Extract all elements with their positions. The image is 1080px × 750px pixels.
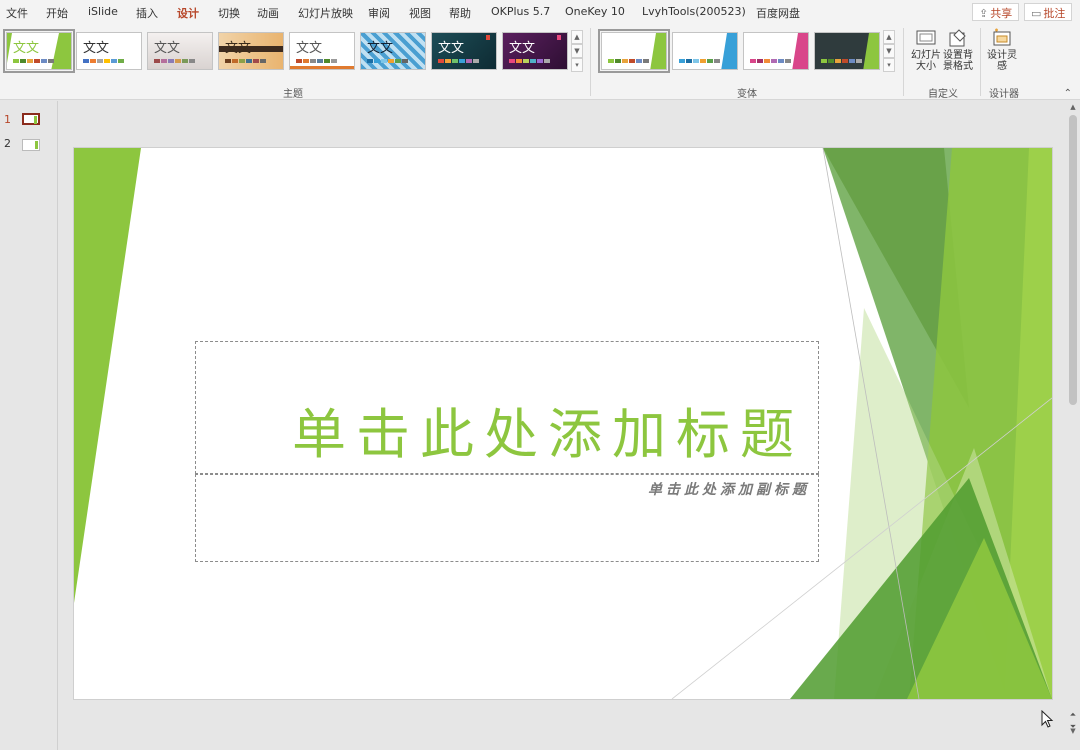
theme-thumb-gallery[interactable]: 文文 <box>147 32 213 70</box>
variant-shape-icon <box>721 33 737 69</box>
menu-home[interactable]: 开始 <box>46 5 68 21</box>
menu-file[interactable]: 文件 <box>6 5 28 21</box>
menu-slideshow[interactable]: 幻灯片放映 <box>298 5 353 21</box>
theme-thumb-pattern[interactable]: 文文 <box>360 32 426 70</box>
variant-thumb-2[interactable] <box>672 32 738 70</box>
menu-bar: 文件 开始 iSlide 插入 设计 切换 动画 幻灯片放映 审阅 视图 帮助 … <box>0 0 1080 26</box>
mouse-cursor-icon <box>1041 710 1054 728</box>
vertical-scrollbar[interactable]: ▲ ▼ <box>1066 101 1080 737</box>
menu-lvyhtools[interactable]: LvyhTools(200523) <box>642 5 746 18</box>
menu-view[interactable]: 视图 <box>409 5 431 21</box>
gallery-down-icon[interactable]: ▼ <box>883 44 895 58</box>
collapse-ribbon-icon[interactable]: ⌃ <box>1064 88 1072 99</box>
gallery-up-icon[interactable]: ▲ <box>571 30 583 44</box>
share-button[interactable]: ⇪ 共享 <box>972 3 1020 21</box>
subtitle-placeholder-text: 单击此处添加副标题 <box>648 482 810 498</box>
theme-thumb-text: 文文 <box>367 41 394 56</box>
left-green-wedge <box>74 148 141 603</box>
menu-help[interactable]: 帮助 <box>449 5 471 21</box>
variant-thumb-3[interactable] <box>743 32 809 70</box>
variant-shape-icon <box>792 33 808 69</box>
slide-size-label: 幻灯片大小 <box>911 50 941 72</box>
theme-thumb-text: 文文 <box>154 41 181 56</box>
menu-review[interactable]: 审阅 <box>368 5 390 21</box>
menu-onekey[interactable]: OneKey 10 <box>565 5 625 18</box>
format-background-label: 设置背景格式 <box>943 50 973 72</box>
ribbon: 文文 文文 文文 文文 文文 文文 文文 文文 ▲ ▼ ▾ 主题 ▲ ▼ ▾ 变… <box>0 24 1080 100</box>
slide-number: 1 <box>4 113 11 126</box>
designer-group-label: 设计器 <box>989 89 1019 100</box>
comments-button[interactable]: ▭ 批注 <box>1024 3 1073 21</box>
variants-group-label: 变体 <box>737 89 757 100</box>
themes-group-label: 主题 <box>283 89 303 100</box>
subtitle-placeholder[interactable]: 单击此处添加副标题 <box>195 474 819 562</box>
variants-gallery-scroll[interactable]: ▲ ▼ ▾ <box>883 30 895 74</box>
slide-size-button[interactable]: 幻灯片大小 <box>908 28 944 72</box>
theme-thumb-office[interactable]: 文文 <box>76 32 142 70</box>
variant-shape-icon <box>863 33 879 69</box>
slide-size-icon <box>916 30 936 45</box>
menu-baidu-netdisk[interactable]: 百度网盘 <box>756 5 800 21</box>
menu-islide[interactable]: iSlide <box>88 5 118 18</box>
comments-label: 批注 <box>1043 7 1066 20</box>
theme-thumb-organic[interactable]: 文文 <box>289 32 355 70</box>
scroll-up-icon[interactable]: ▲ <box>1066 101 1080 113</box>
slide-thumbnail-1[interactable] <box>22 113 40 125</box>
theme-thumb-facet[interactable]: 文文 <box>3 29 75 73</box>
customize-group-label: 自定义 <box>928 89 958 100</box>
theme-thumb-wood[interactable]: 文文 <box>218 32 284 70</box>
variant-thumb-1[interactable] <box>598 29 670 73</box>
theme-thumb-text: 文文 <box>438 41 465 56</box>
theme-thumb-text: 文文 <box>296 41 323 56</box>
design-ideas-button[interactable]: 设计灵感 <box>984 28 1020 72</box>
format-background-button[interactable]: 设置背景格式 <box>940 28 976 72</box>
title-placeholder[interactable]: 单击此处添加标题 <box>195 341 819 474</box>
slide-thumbnail-2[interactable] <box>22 139 40 151</box>
page-navigation: ⏶ ⏷ <box>1066 709 1080 733</box>
design-ideas-icon <box>993 28 1011 46</box>
design-ideas-label: 设计灵感 <box>987 50 1017 72</box>
theme-thumb-text: 文文 <box>13 41 40 56</box>
gallery-more-icon[interactable]: ▾ <box>571 58 583 72</box>
theme-thumb-ion-boardroom[interactable]: 文文 <box>502 32 568 70</box>
comment-icon: ▭ <box>1031 7 1042 20</box>
menu-animations[interactable]: 动画 <box>257 5 279 21</box>
scrollbar-thumb[interactable] <box>1069 115 1077 405</box>
menu-design[interactable]: 设计 <box>177 5 199 26</box>
themes-gallery-scroll[interactable]: ▲ ▼ ▾ <box>571 30 583 74</box>
variant-thumb-4[interactable] <box>814 32 880 70</box>
next-slide-icon[interactable]: ⏷ <box>1066 721 1080 733</box>
menu-insert[interactable]: 插入 <box>136 5 158 21</box>
gallery-more-icon[interactable]: ▾ <box>883 58 895 72</box>
slide-number: 2 <box>4 137 11 150</box>
theme-thumb-text: 文文 <box>225 41 252 56</box>
format-background-icon <box>949 29 966 47</box>
theme-thumb-ion[interactable]: 文文 <box>431 32 497 70</box>
share-label: 共享 <box>990 7 1013 20</box>
variant-shape-icon <box>650 33 666 69</box>
theme-thumb-text: 文文 <box>509 41 536 56</box>
slides-panel: 1 2 <box>0 101 58 750</box>
gallery-down-icon[interactable]: ▼ <box>571 44 583 58</box>
gallery-up-icon[interactable]: ▲ <box>883 30 895 44</box>
theme-thumb-text: 文文 <box>83 41 110 56</box>
title-placeholder-text: 单击此处添加标题 <box>292 403 804 466</box>
previous-slide-icon[interactable]: ⏶ <box>1066 709 1080 721</box>
menu-transitions[interactable]: 切换 <box>218 5 240 21</box>
slide-canvas[interactable]: 单击此处添加标题 单击此处添加副标题 <box>74 148 1052 699</box>
menu-okplus[interactable]: OKPlus 5.7 <box>491 5 550 18</box>
share-icon: ⇪ <box>979 7 989 20</box>
